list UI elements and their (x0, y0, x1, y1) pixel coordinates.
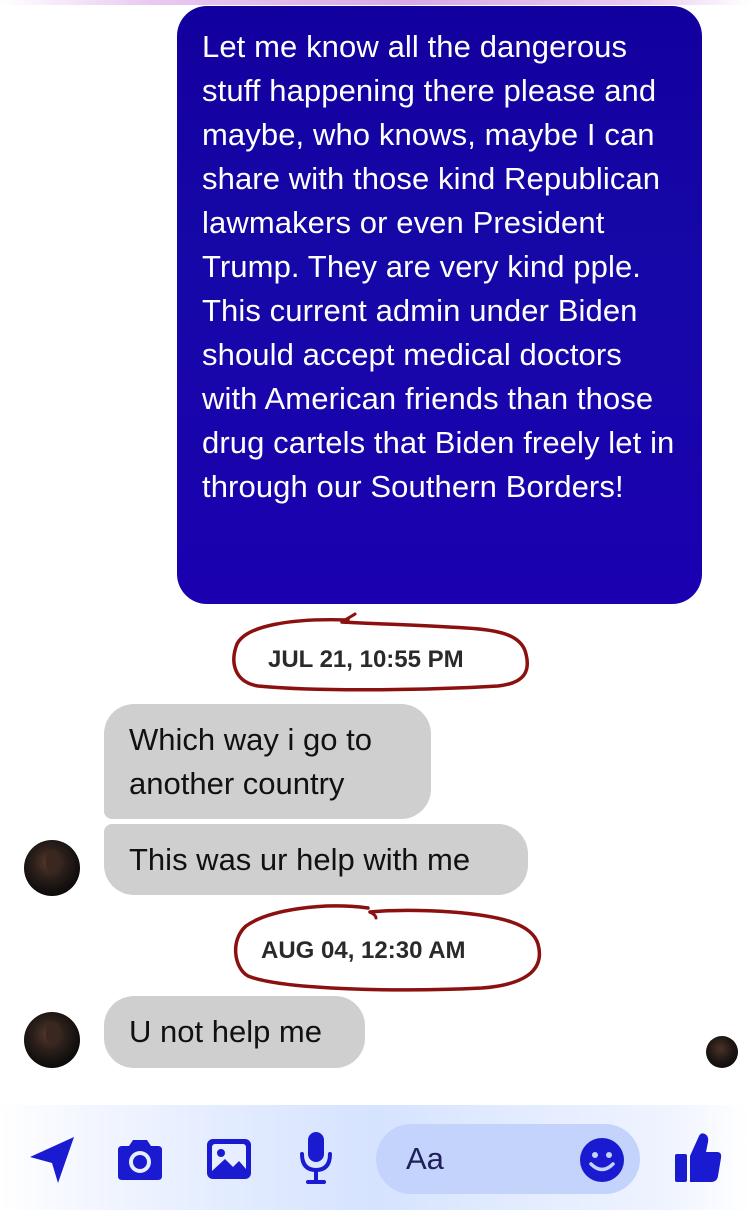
timestamp-aug-04: AUG 04, 12:30 AM (261, 937, 466, 964)
camera-icon[interactable] (114, 1138, 166, 1182)
timestamp-jul-21: JUL 21, 10:55 PM (268, 646, 464, 673)
read-receipt-avatar (706, 1036, 738, 1068)
thumbs-up-icon[interactable] (673, 1130, 723, 1184)
location-arrow-icon[interactable] (28, 1135, 76, 1185)
microphone-icon[interactable] (298, 1130, 334, 1186)
gallery-icon[interactable] (205, 1137, 253, 1181)
outgoing-message-bubble[interactable]: Let me know all the dangerous stuff happ… (177, 6, 702, 604)
top-gradient-strip (0, 0, 750, 5)
incoming-message-bubble[interactable]: Which way i go to another country (104, 704, 431, 819)
emoji-icon[interactable] (579, 1137, 625, 1183)
incoming-message-bubble[interactable]: This was ur help with me (104, 824, 528, 895)
message-input-placeholder: Aa (406, 1141, 444, 1176)
incoming-message-bubble[interactable]: U not help me (104, 996, 365, 1068)
contact-avatar[interactable] (24, 1012, 80, 1068)
contact-avatar[interactable] (24, 840, 80, 896)
